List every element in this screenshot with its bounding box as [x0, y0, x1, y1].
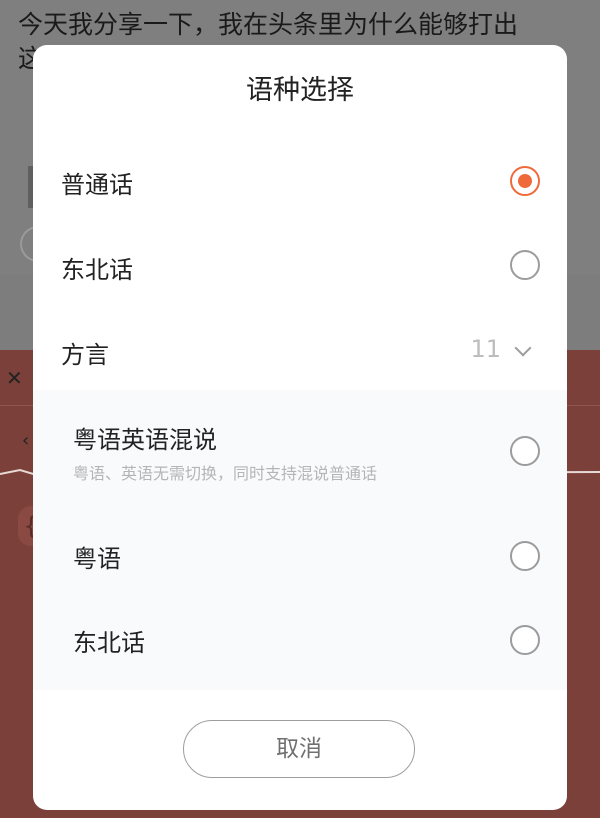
language-select-dialog: 语种选择 普通话 东北话 方言 11 粤语英语混说 粤语、英语无需切换，同时支持…: [33, 45, 567, 810]
radio-icon[interactable]: [510, 625, 540, 655]
background-article-text: 今天我分享一下，我在头条里为什么能够打出: [18, 10, 519, 39]
dialect-item-cantonese-english[interactable]: 粤语英语混说 粤语、英语无需切换，同时支持混说普通话: [33, 420, 567, 490]
close-icon: ✕: [6, 366, 23, 390]
chevron-left-icon: ‹: [22, 430, 30, 451]
option-mandarin[interactable]: 普通话: [33, 159, 567, 203]
dialect-count: 11: [470, 335, 501, 363]
radio-icon[interactable]: [510, 250, 540, 280]
dialect-item-cantonese[interactable]: 粤语: [33, 535, 567, 579]
option-northeastern[interactable]: 东北话: [33, 244, 567, 288]
dialect-group-header[interactable]: 方言 11: [33, 329, 567, 373]
dialect-list: 粤语英语混说 粤语、英语无需切换，同时支持混说普通话 粤语 东北话: [33, 390, 567, 690]
dialect-item-description: 粤语、英语无需切换，同时支持混说普通话: [73, 464, 378, 483]
option-label: 普通话: [61, 171, 133, 199]
dialect-item-label: 粤语: [73, 545, 121, 573]
radio-selected-icon[interactable]: [510, 166, 540, 196]
chevron-down-icon[interactable]: [514, 339, 532, 357]
dialect-item-northeastern[interactable]: 东北话: [33, 619, 567, 663]
dialect-item-label: 粤语英语混说: [73, 426, 217, 454]
dialog-title: 语种选择: [246, 75, 354, 106]
radio-icon[interactable]: [510, 541, 540, 571]
dialect-group-label: 方言: [61, 341, 109, 369]
option-label: 东北话: [61, 256, 133, 284]
radio-icon[interactable]: [510, 436, 540, 466]
cancel-button[interactable]: 取消: [183, 720, 415, 778]
dialect-item-label: 东北话: [73, 629, 145, 657]
